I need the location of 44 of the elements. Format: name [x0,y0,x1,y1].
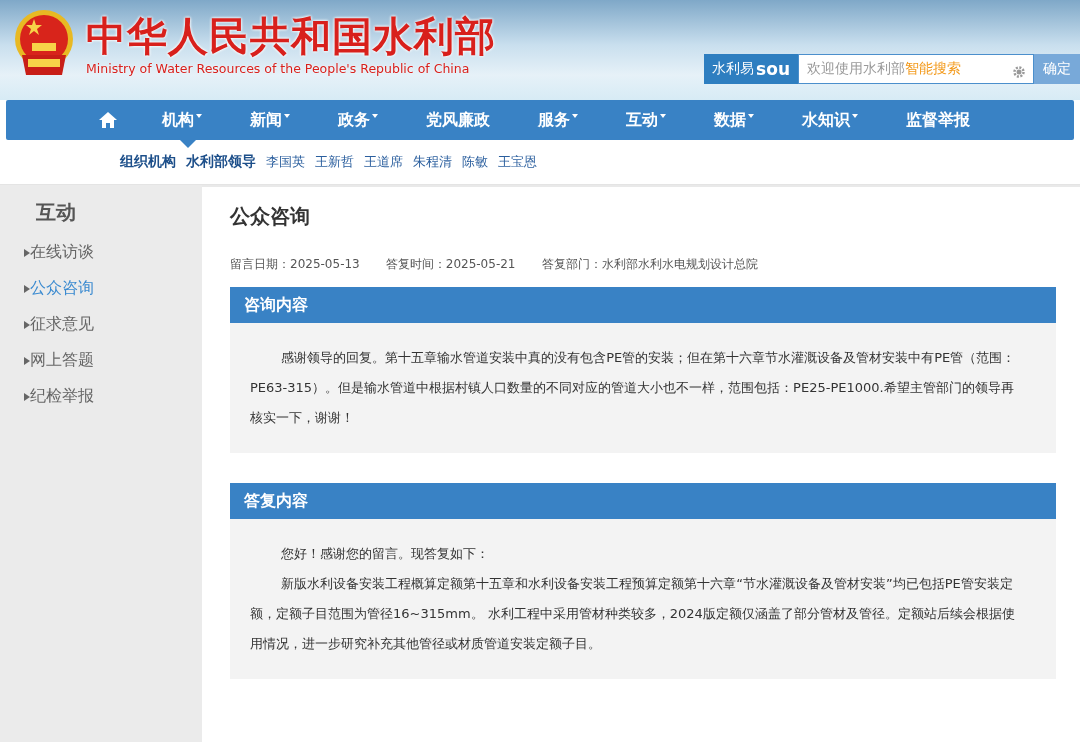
triangle-icon [24,285,30,293]
subnav-item[interactable]: 王新哲 [315,153,354,171]
sidebar-item[interactable]: 征求意见 [0,314,202,350]
sidebar-item[interactable]: 纪检举报 [0,386,202,422]
paragraph: 感谢领导的回复。第十五章输水管道安装中真的没有包含PE管的安装；但在第十六章节水灌溉设备及管材安装中有PE管（范围：PE63-315）。但是输水管道中根据村镇人口数量的不同对应的管道大小也不一样，范围包括：PE25-PE1000.希望主管部门的领导再核实一下，谢谢！ [250,349,1017,427]
site-title: 中华人民共和国水利部 [86,12,496,59]
subnav-item[interactable]: 王道席 [364,153,403,171]
paragraph: 您好！感谢您的留言。现答复如下： [280,545,491,563]
subnav-item[interactable]: 王宝恩 [498,153,537,171]
triangle-icon [24,321,30,329]
nav-item[interactable]: 数据 [714,100,754,148]
section-heading: 咨询内容 [230,287,1056,323]
subnav-item[interactable]: 水利部领导 [186,153,256,171]
site-subtitle: Ministry of Water Resources of the People's Republic of China [86,60,471,76]
search-button[interactable]: 确定 [1034,54,1080,84]
subnav-item[interactable]: 陈敏 [462,153,488,171]
nav-item[interactable]: 党风廉政 [426,100,490,148]
triangle-icon [24,249,30,257]
settings-icon[interactable] [1013,66,1025,78]
paragraph: 新版水利设备安装工程概算定额第十五章和水利设备安装工程预算定额第十六章“节水灌溉设备及管材安装”均已包括PE管安装定额，定额子目范围为管径16~315mm。 水利工程中采用管材种类较多，2024版定额仅涵盖了部分管材及管径。定额站后续会根据使用情况，进一步研究补充其他管径或材质管道安装定额子目。 [250,575,1016,653]
nav-item[interactable]: 新闻 [250,100,290,148]
meta-text: 答复部门：水利部水利水电规划设计总院 [541,256,758,273]
triangle-icon [24,357,30,365]
sidebar-item[interactable]: 公众咨询 [0,278,202,314]
triangle-icon [24,393,30,401]
nav-item[interactable]: 服务 [538,100,578,148]
meta-text: 答复时间：2025-05-21 [385,256,516,273]
nav-item[interactable]: 机构 [162,100,202,148]
home-icon[interactable] [98,111,118,129]
search-brand: 水利易 sou [704,54,798,84]
nav-item[interactable]: 政务 [338,100,378,148]
page-title: 公众咨询 [230,203,311,230]
nav-item[interactable]: 水知识 [802,100,858,148]
nav-item[interactable]: 监督举报 [906,100,970,148]
search-field[interactable]: 欢迎使用水利部智能搜索 [798,54,1034,84]
subnav-item[interactable]: 李国英 [266,153,305,171]
sidebar-item[interactable]: 在线访谈 [0,242,202,278]
section-heading: 答复内容 [230,483,1056,519]
subnav-item[interactable]: 朱程清 [413,153,452,171]
sidebar-item[interactable]: 网上答题 [0,350,202,386]
nav-item[interactable]: 互动 [626,100,666,148]
subnav-section: 组织机构 [120,153,176,171]
meta-text: 留言日期：2025-05-13 [230,256,360,273]
sidebar-title: 互动 [35,199,77,226]
